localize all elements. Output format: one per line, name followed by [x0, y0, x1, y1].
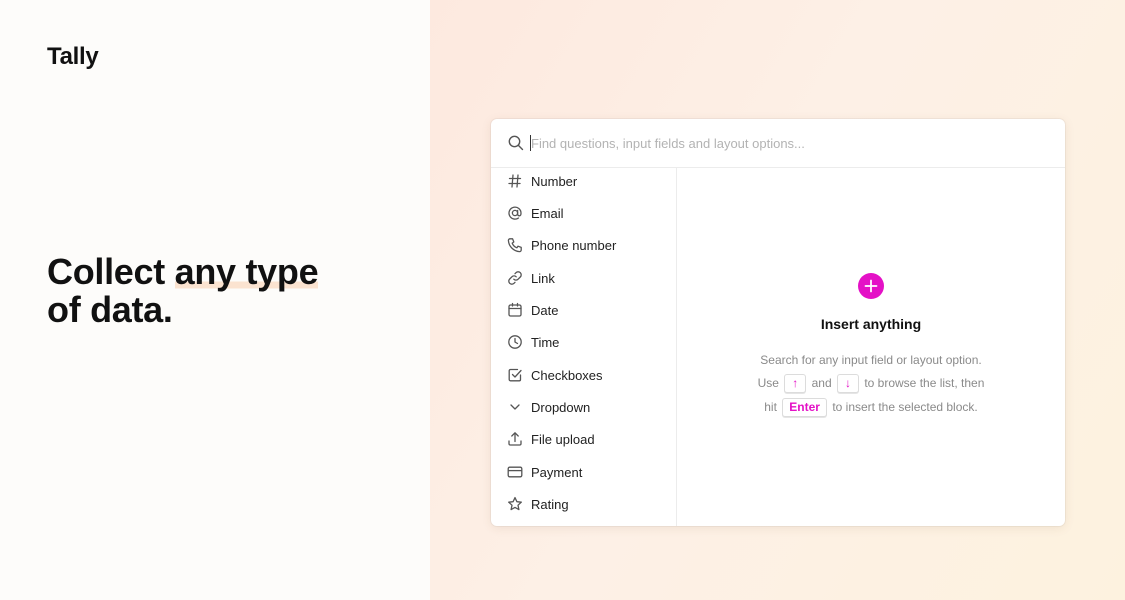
- list-item-file-upload[interactable]: File upload: [491, 423, 676, 455]
- star-icon: [507, 496, 523, 512]
- list-item-label: Phone number: [531, 237, 617, 253]
- list-item-dropdown[interactable]: Dropdown: [491, 391, 676, 423]
- list-item-checkboxes[interactable]: Checkboxes: [491, 359, 676, 391]
- search-bar: [491, 119, 1065, 168]
- search-input[interactable]: [531, 132, 1031, 154]
- list-item-phone-number[interactable]: Phone number: [491, 229, 676, 261]
- list-item-label: Rating: [531, 496, 569, 512]
- tally-logo[interactable]: Tally: [47, 43, 99, 71]
- hint-text: and: [811, 376, 832, 390]
- hint-text: Search for any input field or layout opt…: [760, 353, 982, 367]
- list-item-date[interactable]: Date: [491, 294, 676, 326]
- detail-pane: Insert anything Search for any input fie…: [677, 168, 1065, 526]
- list-item-label: Checkboxes: [531, 367, 603, 383]
- plus-icon: [864, 279, 878, 293]
- at-sign-icon: [507, 205, 523, 221]
- headline-text-start: Collect: [47, 251, 175, 292]
- search-icon: [507, 134, 525, 152]
- upload-icon: [507, 431, 523, 447]
- detail-title: Insert anything: [820, 316, 922, 332]
- headline-text-end: of data.: [47, 289, 173, 330]
- list-item-label: Number: [531, 173, 578, 189]
- list-item-label: Time: [531, 334, 560, 350]
- list-item-label: Payment: [531, 464, 583, 480]
- credit-card-icon: [507, 464, 523, 480]
- hint-line-3: hit Enter to insert the selected block.: [677, 398, 1065, 418]
- list-item-email[interactable]: Email: [491, 197, 676, 229]
- chevron-down-icon: [507, 399, 523, 415]
- key-up: ↑: [784, 374, 807, 394]
- key-enter: Enter: [782, 398, 827, 418]
- key-down: ↓: [836, 374, 859, 394]
- list-item-time[interactable]: Time: [491, 326, 676, 358]
- list-item-link[interactable]: Link: [491, 262, 676, 294]
- list-item-label: Link: [531, 270, 555, 286]
- insert-button[interactable]: [858, 273, 884, 299]
- list-item-number[interactable]: Number: [491, 165, 676, 197]
- clock-icon: [507, 334, 523, 350]
- hint-line-1: Search for any input field or layout opt…: [677, 351, 1065, 369]
- field-type-list: Number Email Phone number Link Date Time…: [491, 168, 677, 526]
- hint-text: hit: [764, 400, 777, 414]
- hero-headline: Collect any type of data.: [47, 251, 407, 330]
- hint-text: to browse the list, then: [864, 376, 985, 390]
- hint-text: Use: [757, 376, 779, 390]
- list-item-label: Dropdown: [531, 399, 591, 415]
- headline-highlight: any type: [174, 251, 319, 292]
- list-item-payment[interactable]: Payment: [491, 456, 676, 488]
- left-pane: Tally Collect any type of data.: [0, 0, 430, 600]
- list-item-rating[interactable]: Rating: [491, 488, 676, 520]
- list-item-label: Email: [531, 205, 564, 221]
- checkbox-icon: [507, 367, 523, 383]
- insert-block-panel: Number Email Phone number: [491, 119, 1065, 526]
- hint-text: to insert the selected block.: [832, 400, 978, 414]
- hash-icon: [507, 173, 523, 189]
- phone-icon: [507, 237, 523, 253]
- link-icon: [507, 270, 523, 286]
- calendar-icon: [507, 302, 523, 318]
- list-item-label: File upload: [531, 431, 595, 447]
- hint-line-2: Use ↑ and ↓ to browse the list, then: [677, 374, 1065, 394]
- list-item-label: Date: [531, 302, 559, 318]
